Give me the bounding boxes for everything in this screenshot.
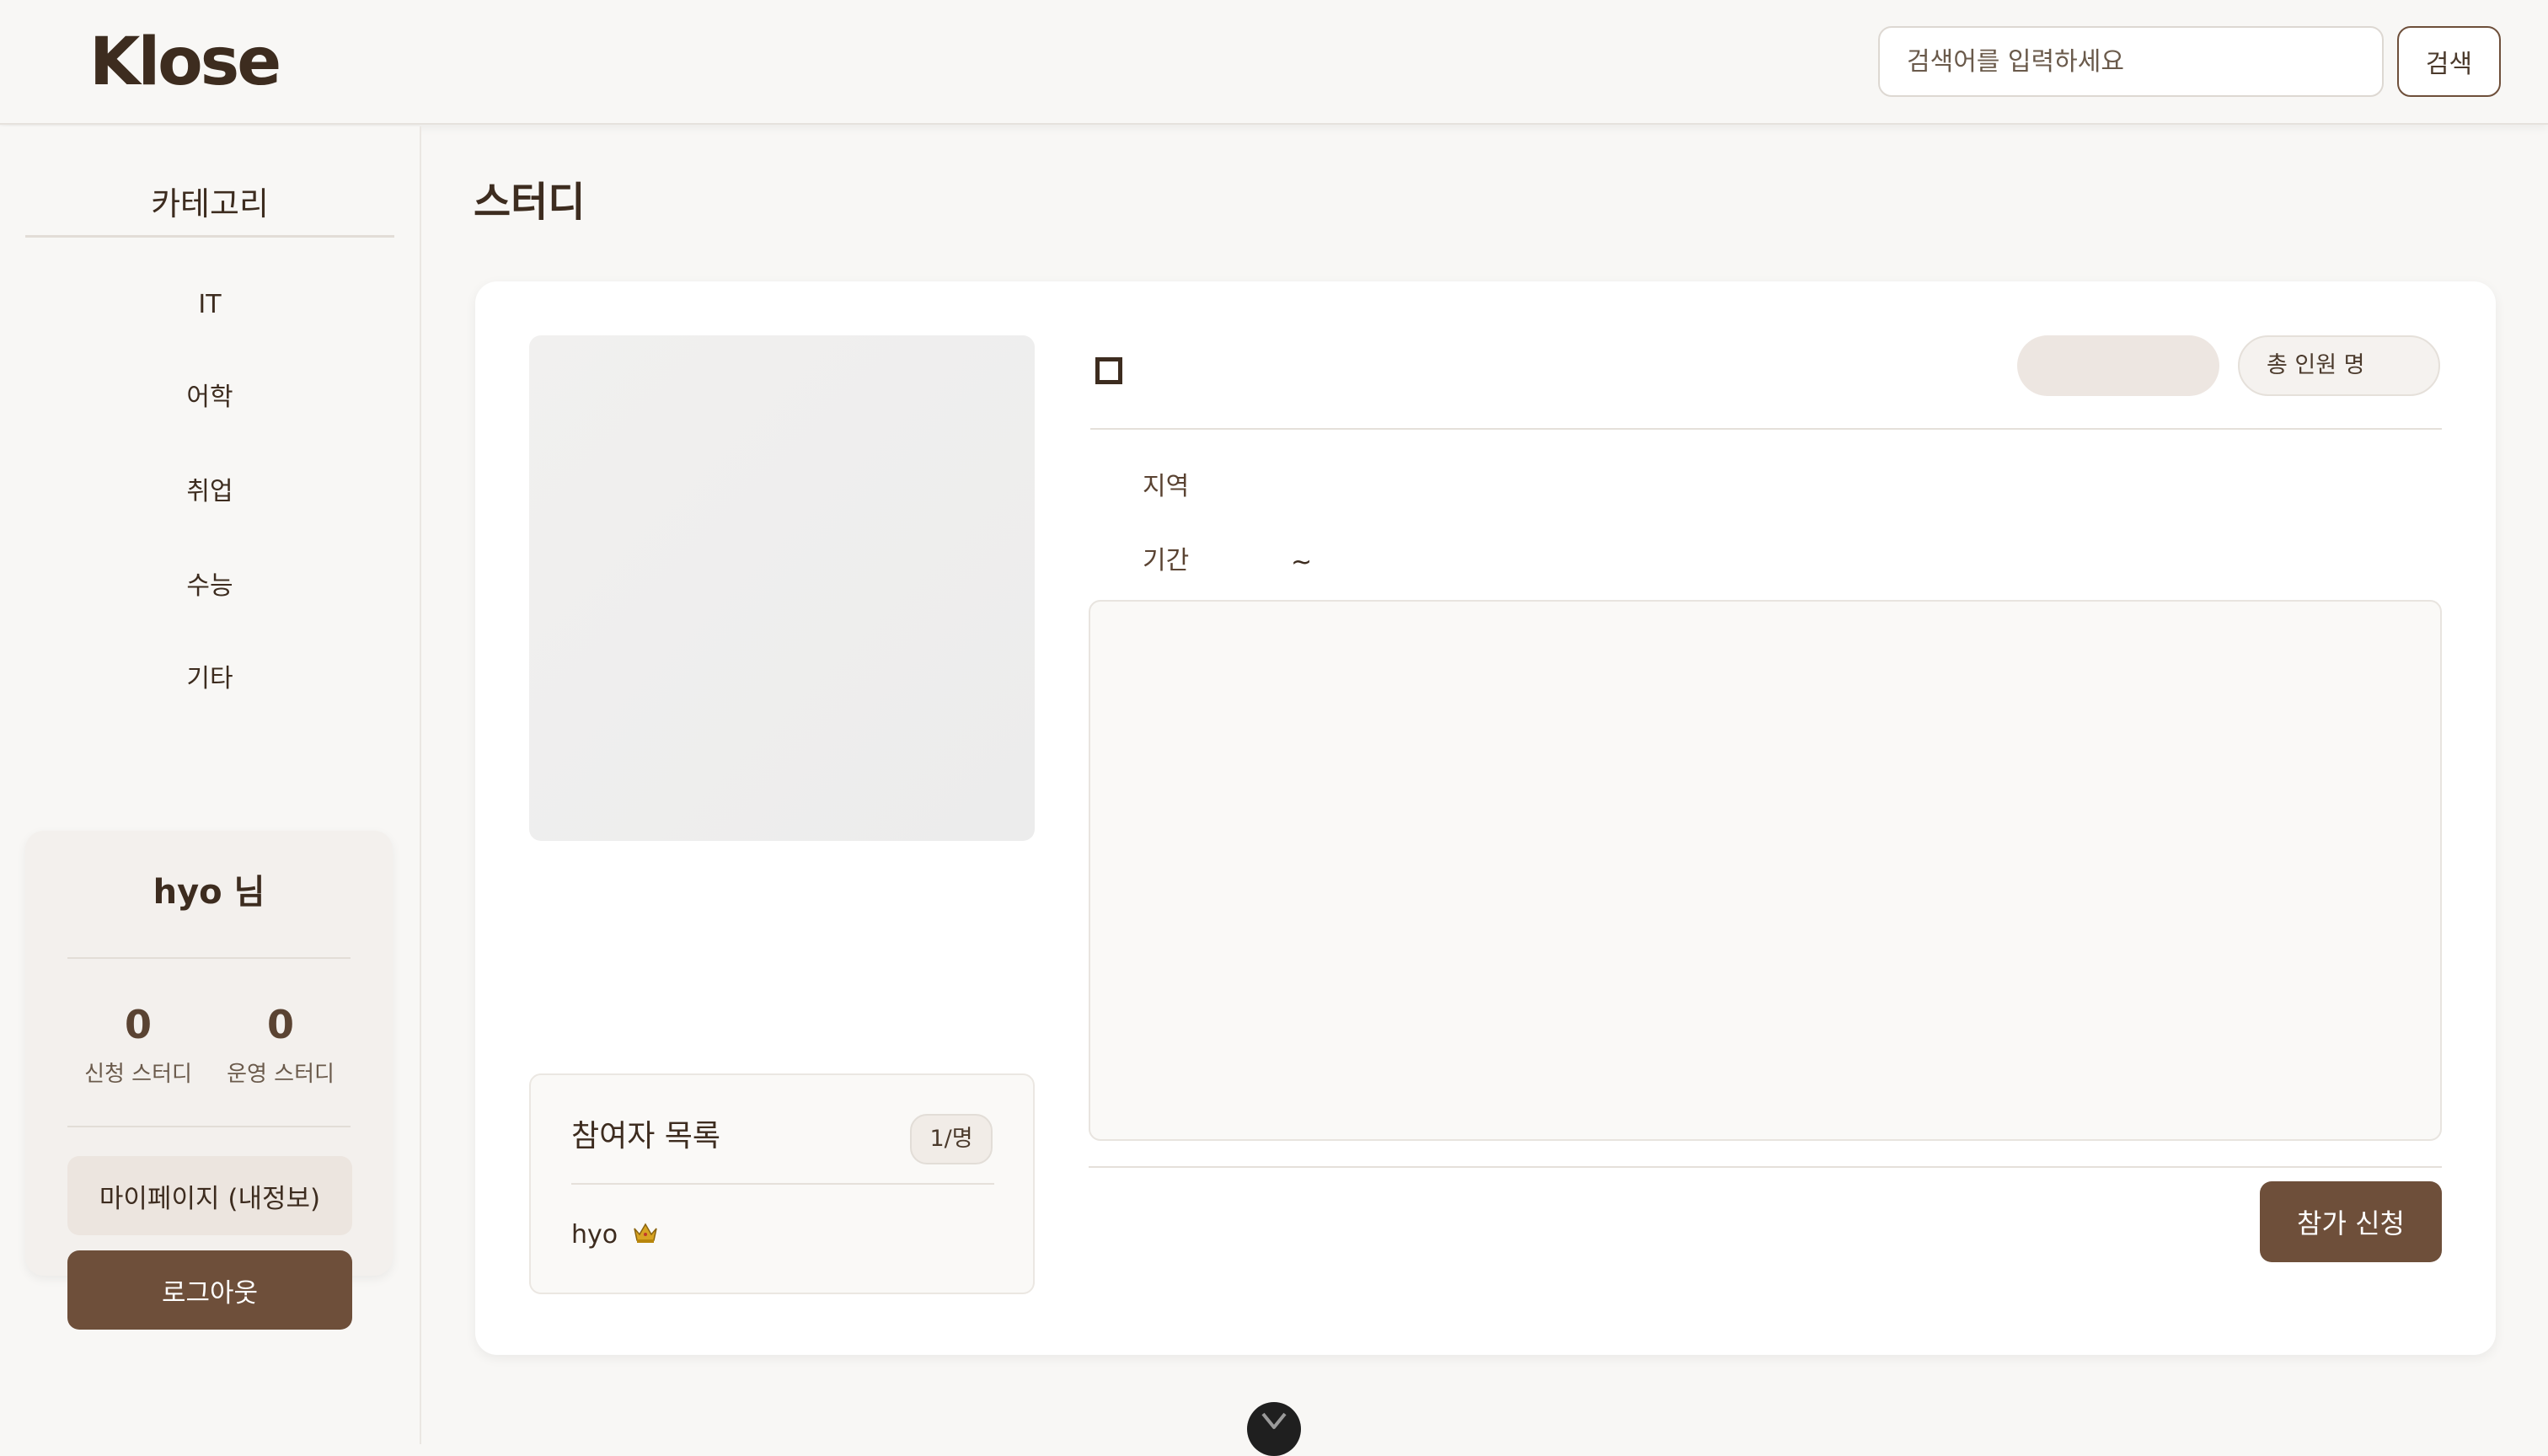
bottom-divider [1089,1166,2442,1168]
managed-study-stat: 0 운영 스터디 [209,998,352,1088]
sidebar-item-exam[interactable]: 수능 [25,561,394,612]
sidebar-item-employment[interactable]: 취업 [25,467,394,517]
participants-card: 참여자 목록 1/명 hyo [529,1073,1035,1294]
applied-study-label: 신청 스터디 [84,1062,192,1087]
managed-study-label: 운영 스터디 [227,1062,335,1087]
scroll-down-button[interactable] [1247,1402,1301,1456]
period-value: ~ [1291,548,1313,577]
participants-divider [571,1183,994,1185]
sidebar: 카테고리 IT 어학 취업 수능 기타 hyo 님 0 신청 스터디 0 운영 … [0,126,421,1444]
card-divider [67,957,351,959]
page-title: 스터디 [474,179,586,226]
join-button[interactable]: 참가 신청 [2260,1181,2442,1262]
sidebar-item-it[interactable]: IT [25,280,394,330]
card-divider [67,1126,351,1127]
managed-study-count: 0 [266,1002,294,1047]
applied-study-stat: 0 신청 스터디 [67,998,210,1088]
logo[interactable]: Klose [89,19,281,106]
participants-count-badge: 1/명 [910,1114,993,1164]
applied-study-count: 0 [124,1002,152,1047]
participants-title: 참여자 목록 [571,1119,721,1154]
study-detail-card: 참여자 목록 1/명 hyo 총 인원 명 지역 기간 ~ 참가 신청 [475,281,2496,1355]
search-button[interactable]: 검색 [2397,26,2501,97]
status-badge [2017,335,2219,396]
logout-button[interactable]: 로그아웃 [67,1250,352,1330]
category-title: 카테고리 [25,170,394,238]
user-name: hyo 님 [153,873,265,912]
chevron-down-icon [1261,1412,1287,1434]
square-icon [1095,357,1122,384]
sidebar-item-other[interactable]: 기타 [25,654,394,704]
top-header: Klose 검색 [0,0,2548,125]
mypage-button[interactable]: 마이페이지 (내정보) [67,1156,352,1235]
participant-name: hyo [571,1220,618,1250]
crown-icon [633,1218,658,1255]
user-card: hyo 님 0 신청 스터디 0 운영 스터디 마이페이지 (내정보) 로그아웃 [25,831,393,1330]
study-description [1089,600,2442,1141]
info-divider [1090,428,2442,430]
participant-item: hyo [571,1217,658,1255]
search-input[interactable] [1878,26,2384,97]
study-thumbnail [529,335,1035,841]
region-label: 지역 [1143,472,1190,501]
period-label: 기간 [1143,546,1190,575]
sidebar-item-language[interactable]: 어학 [25,372,394,423]
members-badge: 총 인원 명 [2238,335,2440,396]
